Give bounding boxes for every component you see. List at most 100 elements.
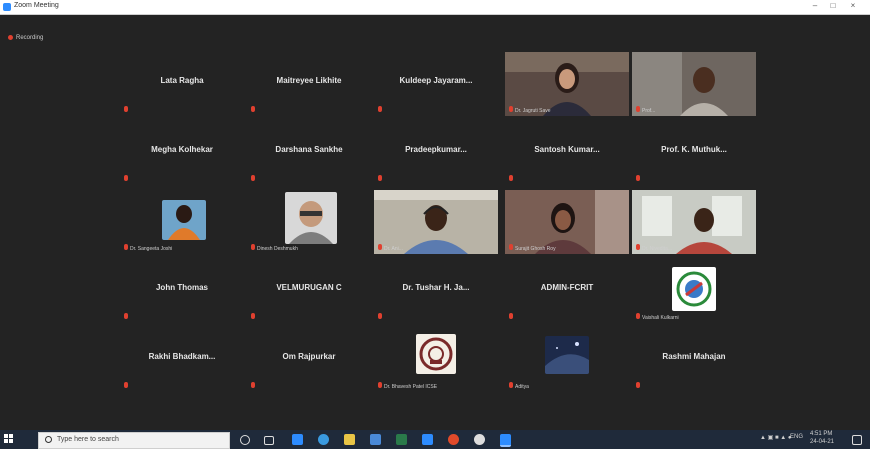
zoom-active-icon[interactable] [500,434,511,447]
participant-name: Santosh Kumar... [534,145,600,154]
participant-tile[interactable]: Om Rajpurkar [247,328,371,392]
participant-name: Prof. K. Muthuk... [661,145,727,154]
participant-tile[interactable]: Pradeepkumar... [374,121,498,185]
participant-tile[interactable]: Dr. Tushar H. Ja... [374,259,498,323]
file-explorer-icon[interactable] [344,434,355,445]
zoom-taskbar-icon[interactable] [422,434,433,445]
participant-tile[interactable]: Prof. K. Muthuk... [632,121,756,185]
participant-video-tile[interactable]: Prof... [632,52,756,116]
mic-muted-icon [251,244,255,250]
participant-tile[interactable]: VELMURUGAN C [247,259,371,323]
maximize-icon[interactable]: □ [826,1,840,10]
app-icon[interactable] [474,434,485,445]
participant-name: Dr. Tushar H. Ja... [402,283,470,292]
gallery-view: Recording Lata Ragha Maitreyee Likhite K… [0,15,870,430]
participant-label: Dr. Nivedita... [642,246,673,252]
task-view-icon[interactable] [264,436,274,445]
participant-label: Dr. Jagruti Save [515,108,551,114]
participant-tile[interactable]: ADMIN-FCRIT [505,259,629,323]
mic-muted-icon [378,244,382,250]
participant-label: Surajit Ghosh Roy [515,246,556,252]
mic-muted-icon [636,244,640,250]
participant-label: Prof... [642,108,656,114]
language-indicator[interactable]: ENG [790,434,803,440]
participant-video [632,52,756,116]
mic-muted-icon [124,313,128,319]
participant-name: Rakhi Bhadkam... [148,352,216,361]
participant-video [632,190,756,254]
mic-muted-icon [378,313,382,319]
mic-muted-icon [124,106,128,112]
mic-muted-icon [378,175,382,181]
participant-video-tile[interactable]: Dr. Ani... [374,190,498,254]
participant-tile[interactable]: Megha Kolhekar [120,121,244,185]
participant-name: VELMURUGAN C [276,283,342,292]
mic-muted-icon [378,382,382,388]
notification-icon[interactable] [852,435,862,445]
participant-video-tile[interactable]: Surajit Ghosh Roy [505,190,629,254]
recording-label: Recording [16,35,44,42]
participant-label: Dr. Sangeeta Joshi [130,246,173,252]
participant-tile[interactable]: Rakhi Bhadkam... [120,328,244,392]
participant-name: Om Rajpurkar [282,352,336,361]
participant-video [505,190,629,254]
edge-browser-icon[interactable] [292,434,303,445]
mic-muted-icon [124,244,128,250]
participant-avatar-tile[interactable]: Aditya [505,328,629,392]
participant-tile[interactable]: John Thomas [120,259,244,323]
mic-muted-icon [251,175,255,181]
taskbar-search-input[interactable]: Type here to search [38,432,230,449]
mic-muted-icon [509,106,513,112]
record-dot-icon [8,35,13,40]
logo-avatar [672,267,716,311]
mic-muted-icon [509,175,513,181]
participant-label: Aditya [515,384,529,390]
participant-video-tile[interactable]: Dr. Jagruti Save [505,52,629,116]
participant-avatar-tile[interactable]: Dr. Sangeeta Joshi [120,190,244,254]
participant-tile[interactable]: Maitreyee Likhite [247,52,371,116]
zoom-app-icon [3,3,11,11]
tray-icons[interactable]: ▲ ▣ ■ ▲ ● [760,434,791,441]
participant-video [505,52,629,116]
participant-avatar-tile[interactable]: Dr. Bhavesh Patel ICSE [374,328,498,392]
window-titlebar: Zoom Meeting – □ × [0,0,870,15]
participant-tile[interactable]: Santosh Kumar... [505,121,629,185]
mic-muted-icon [251,313,255,319]
mic-muted-icon [636,106,640,112]
store-icon[interactable] [370,434,381,445]
chrome-edge-icon[interactable] [318,434,329,445]
participant-name: John Thomas [155,283,208,292]
profile-photo [162,200,206,240]
participant-avatar-tile[interactable]: Vaishali Kulkarni [632,259,756,323]
mic-muted-icon [251,106,255,112]
windows-start-icon[interactable] [4,434,14,444]
chrome-icon[interactable] [448,434,459,445]
recording-indicator: Recording [8,35,43,41]
mic-muted-icon [509,382,513,388]
profile-photo [545,336,589,374]
clock-time[interactable]: 4:51 PM [810,431,832,437]
close-icon[interactable]: × [846,1,860,10]
participant-tile[interactable]: Kuldeep Jayaram... [374,52,498,116]
participant-avatar-tile[interactable]: Dinesh Deshmukh [247,190,371,254]
participant-video [374,190,498,254]
search-placeholder: Type here to search [57,436,119,443]
search-icon [45,436,52,443]
participant-name: Pradeepkumar... [405,145,467,154]
mic-muted-icon [251,382,255,388]
active-speaker-tile[interactable]: Dr. Nivedita... [632,190,756,254]
cortana-icon[interactable] [240,435,250,445]
clock-date[interactable]: 24-04-21 [810,439,834,445]
participant-tile[interactable]: Rashmi Mahajan [632,328,756,392]
participant-tile[interactable]: Darshana Sankhe [247,121,371,185]
mic-muted-icon [124,382,128,388]
participant-name: Lata Ragha [160,76,204,85]
participant-label: Dr. Ani... [384,246,403,252]
mic-muted-icon [636,313,640,319]
participant-name: Kuldeep Jayaram... [399,76,473,85]
minimize-icon[interactable]: – [808,1,822,10]
mic-muted-icon [636,382,640,388]
profile-photo [285,192,337,244]
participant-tile[interactable]: Lata Ragha [120,52,244,116]
mail-icon[interactable] [396,434,407,445]
